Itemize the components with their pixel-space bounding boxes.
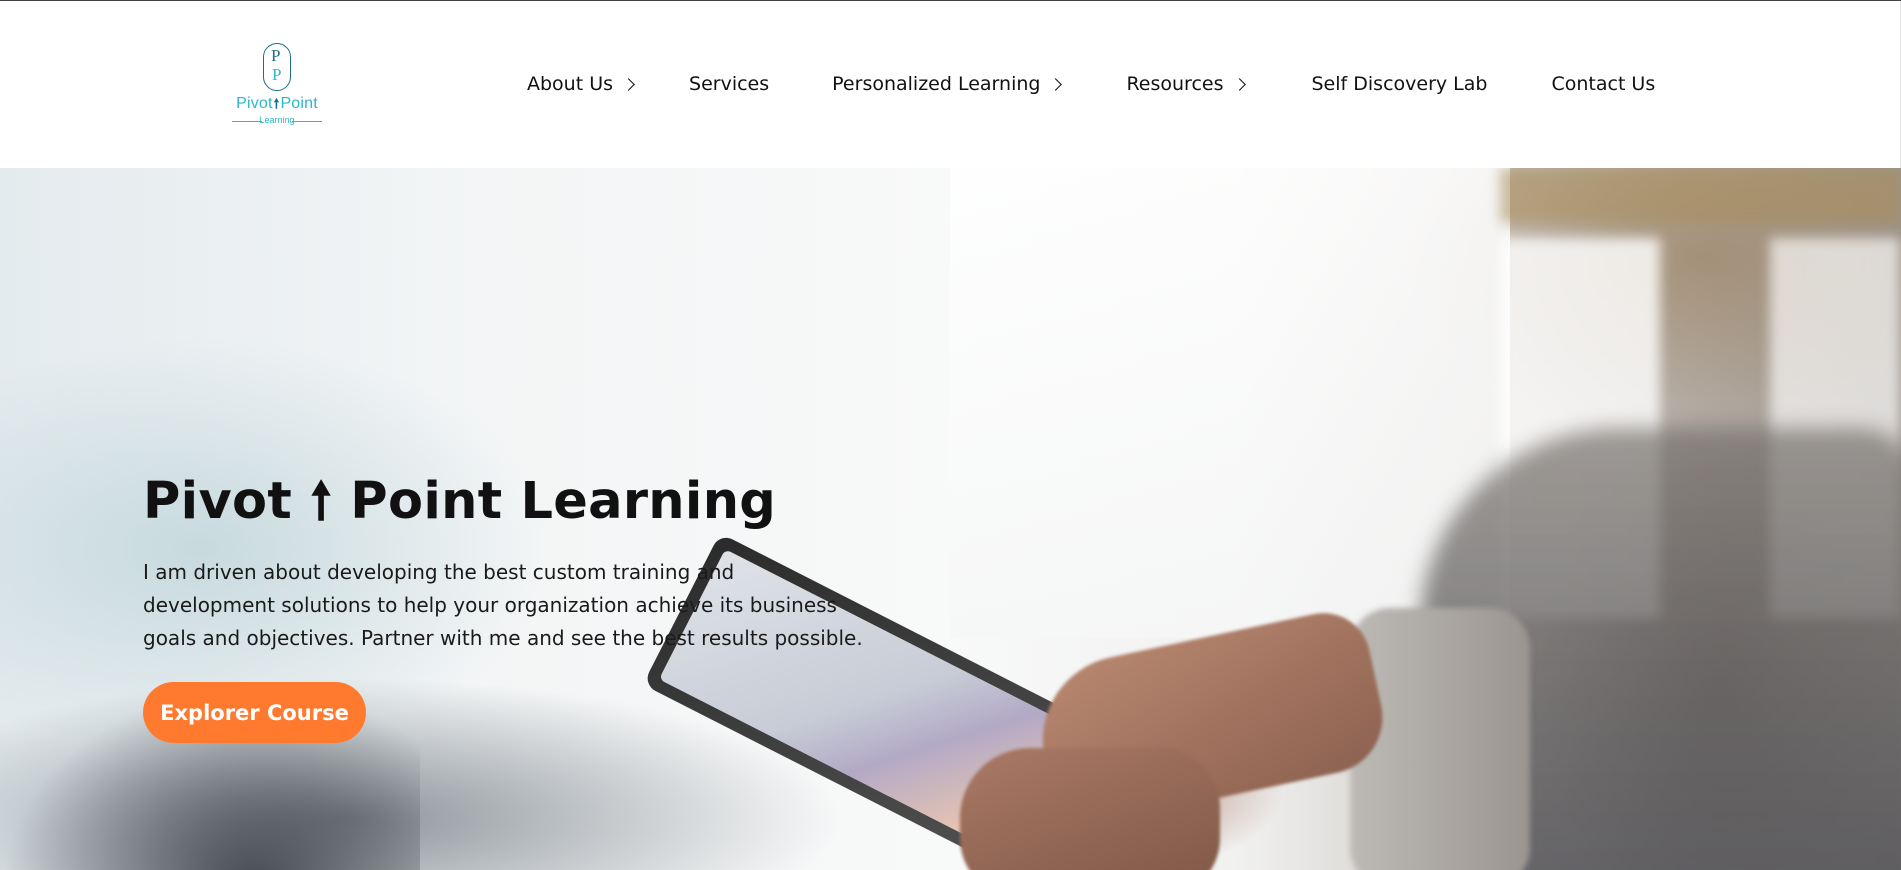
nav-item-about-us[interactable]: About Us bbox=[527, 73, 637, 95]
nav-item-label: Self Discovery Lab bbox=[1311, 73, 1488, 95]
logo-initial-bottom: P bbox=[272, 65, 282, 84]
nav-item-self-discovery-lab[interactable]: Self Discovery Lab bbox=[1312, 73, 1488, 95]
main-nav: About Us Services Personalized Learning … bbox=[527, 69, 1655, 99]
nav-item-label: Resources bbox=[1126, 73, 1224, 95]
nav-item-label: About Us bbox=[527, 73, 614, 95]
logo-arrow-icon: 🠕 bbox=[273, 96, 280, 111]
hero-title: Pivot 🠕 Point Learning bbox=[143, 472, 777, 531]
explorer-course-button[interactable]: Explorer Course bbox=[143, 682, 366, 743]
logo-mark-icon: P P bbox=[263, 43, 291, 91]
nav-item-resources[interactable]: Resources bbox=[1126, 73, 1247, 95]
nav-item-label: Personalized Learning bbox=[832, 73, 1041, 95]
site-logo[interactable]: P P Pivot🠕Point Learning bbox=[226, 43, 328, 129]
nav-item-services[interactable]: Services bbox=[689, 73, 769, 95]
nav-item-personalized-learning[interactable]: Personalized Learning bbox=[832, 73, 1064, 95]
logo-subtitle: Learning bbox=[226, 115, 328, 127]
hero-hand-image bbox=[960, 748, 1220, 870]
logo-subtitle-text: Learning bbox=[259, 115, 295, 125]
hero-description: I am driven about developing the best cu… bbox=[143, 560, 863, 650]
hero-background-window bbox=[950, 168, 1510, 638]
logo-word-pivot: Pivot bbox=[236, 95, 273, 112]
chevron-right-icon bbox=[623, 77, 637, 91]
nav-item-label: Contact Us bbox=[1551, 73, 1656, 95]
site-header: P P Pivot🠕Point Learning About Us Servic… bbox=[0, 1, 1901, 168]
nav-item-label: Services bbox=[689, 73, 770, 95]
logo-divider-right bbox=[292, 121, 322, 122]
nav-item-contact-us[interactable]: Contact Us bbox=[1551, 73, 1655, 95]
logo-initial-top: P bbox=[271, 46, 281, 65]
logo-wordmark: Pivot🠕Point bbox=[226, 95, 328, 117]
chevron-right-icon bbox=[1234, 77, 1248, 91]
chevron-right-icon bbox=[1050, 77, 1064, 91]
logo-word-point: Point bbox=[280, 95, 318, 112]
hero-background-beam bbox=[1500, 168, 1901, 223]
